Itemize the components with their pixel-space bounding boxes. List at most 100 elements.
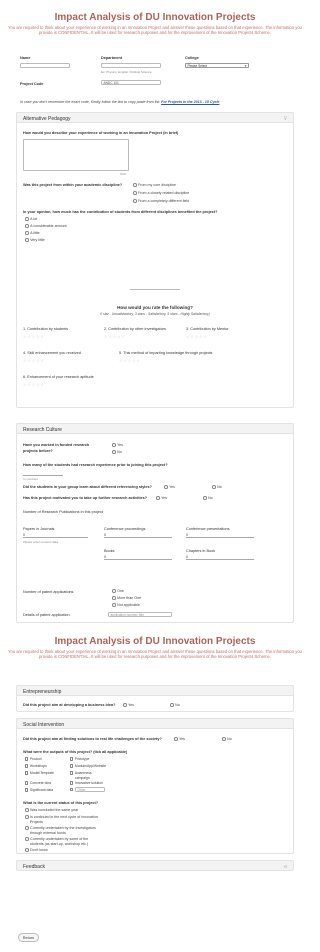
rating-stars-method[interactable]: ☆☆☆☆☆	[119, 358, 141, 363]
char-count: 2500	[120, 172, 127, 176]
patent-option-one[interactable]: One	[112, 589, 124, 593]
status-question: What is the current status of this proje…	[23, 801, 99, 805]
page-title-repeat: Impact Analysis of DU Innovation Project…	[54, 636, 256, 647]
entrepreneurship-header[interactable]: Entrepreneurship	[16, 685, 294, 696]
rating-stars-investigators[interactable]: ☆☆☆☆☆	[104, 334, 126, 339]
output-workshops-checkbox[interactable]: Workshops	[25, 764, 47, 768]
patent-details-input[interactable]: application number, title	[108, 612, 172, 617]
rating-scale: 0 star - Unsatisfactory, 3 stars - Satis…	[100, 312, 210, 316]
status-dont-know-radio[interactable]: Don't know	[25, 848, 48, 852]
name-label: Name	[20, 56, 31, 60]
rating-label-students: 1. Contribution by students	[23, 327, 69, 331]
business-no-radio[interactable]: No	[170, 703, 180, 707]
output-other-checkbox[interactable]	[70, 788, 74, 792]
publications-title: Number of Research Publications in this …	[23, 510, 103, 514]
status-continued-radio[interactable]: Is continued in the next cycle of Innova…	[25, 815, 98, 819]
society-question: Did this project aim at finding solution…	[23, 737, 162, 741]
funded-no-radio[interactable]: No	[112, 450, 122, 454]
output-solution-checkbox[interactable]: Innovative solution	[70, 781, 103, 785]
society-no-radio[interactable]: No	[222, 737, 232, 741]
department-input[interactable]	[101, 63, 161, 68]
contribution-option-a-little[interactable]: A little	[25, 231, 40, 235]
referencing-yes-radio[interactable]: Yes	[164, 485, 175, 489]
patent-option-na[interactable]: Not applicable	[112, 603, 140, 607]
conference-proceedings-label: Conference proceedings	[104, 527, 146, 531]
expand-icon[interactable]: ⊲	[283, 864, 287, 870]
page-title: Impact Analysis of DU Innovation Project…	[54, 12, 256, 23]
discipline-option-core[interactable]: From my core discipline	[133, 183, 176, 187]
output-module-checkbox[interactable]: Module/App/Website	[70, 764, 106, 768]
society-yes-radio[interactable]: Yes	[174, 737, 185, 741]
project-list-link[interactable]: For Projects in the 2013 - 15 Cycle	[161, 100, 219, 104]
patent-option-more[interactable]: More than One	[112, 596, 141, 600]
motivation-yes-radio[interactable]: Yes	[156, 496, 167, 500]
college-select[interactable]: Please Select	[185, 63, 249, 68]
rating-label-skill: 4. Skill enhancement you received	[23, 351, 81, 355]
rating-stars-skill[interactable]: ☆☆☆☆☆	[23, 358, 45, 363]
contribution-option-a-lot[interactable]: A lot	[25, 217, 37, 221]
rating-title: How would you rate the following?	[117, 305, 193, 310]
conference-proceedings-input[interactable]: 0	[104, 533, 172, 538]
status-investigators-radio[interactable]: Currently undertaken by the Investigator…	[25, 826, 96, 830]
output-product-checkbox[interactable]: Product	[25, 757, 42, 761]
motivation-no-radio[interactable]: No	[203, 496, 213, 500]
books-label: Books	[104, 549, 115, 553]
papers-hint: Please enter numeric data	[23, 540, 59, 544]
status-concluded-radio[interactable]: Was concluded the same year	[25, 808, 78, 812]
business-yes-radio[interactable]: Yes	[123, 703, 134, 707]
output-other-input[interactable]: Other	[75, 787, 105, 792]
status-students-radio[interactable]: Currently undertaken by some of the	[25, 837, 88, 841]
contribution-option-considerable[interactable]: A considerable amount	[25, 224, 67, 228]
conference-presentations-input[interactable]: 0	[186, 533, 254, 538]
department-hint: Ex: Physics, English, Political Science	[101, 70, 152, 74]
project-code-input[interactable]: ANDC 101	[101, 80, 161, 85]
rating-label-method: 5. This method of imparting knowledge th…	[119, 351, 213, 355]
output-data-checkbox[interactable]: Significant data	[25, 788, 53, 792]
divider	[130, 289, 180, 290]
feedback-title: Feedback	[23, 864, 45, 870]
discipline-option-related[interactable]: From a closely related discipline	[133, 191, 189, 195]
referencing-question: Did the students in your group learn abo…	[23, 485, 152, 489]
referencing-no-radio[interactable]: No	[212, 485, 222, 489]
social-intervention-title: Social Intervention	[23, 722, 65, 728]
department-label: Department	[101, 56, 123, 60]
funded-yes-radio[interactable]: Yes	[112, 443, 123, 447]
research-culture-header[interactable]: Research Culture	[16, 423, 294, 434]
alternative-pedagogy-header[interactable]: Alternative Pedagogy ⊽	[16, 112, 294, 123]
contribution-option-very-little[interactable]: Very little	[25, 238, 45, 242]
chapters-label: Chapters in Book	[186, 549, 216, 553]
rating-stars-mentor[interactable]: ☆☆☆☆☆	[186, 334, 208, 339]
social-intervention-header[interactable]: Social Intervention	[16, 718, 294, 729]
books-input[interactable]: 0	[104, 555, 172, 560]
output-awareness-checkbox[interactable]: Awareness	[70, 771, 92, 775]
experience-textarea[interactable]	[23, 139, 129, 171]
status-continued-cont: Projects	[30, 820, 43, 824]
papers-input[interactable]: 0	[23, 533, 88, 538]
rating-stars-aptitude[interactable]: ☆☆☆☆☆	[23, 382, 45, 387]
prior-experience-input[interactable]	[23, 471, 63, 476]
rating-label-investigators: 2. Contribution by other investigators	[104, 327, 166, 331]
funded-question-line2: projects before?	[23, 449, 53, 453]
business-question: Did this project aim at developing a bus…	[23, 703, 116, 707]
intro-text-repeat: You are required to think about your exp…	[7, 649, 302, 660]
return-button[interactable]: Return	[18, 933, 39, 942]
rating-stars-students[interactable]: ☆☆☆☆☆	[23, 334, 45, 339]
intro-text: You are required to think about your exp…	[7, 25, 302, 36]
conference-presentations-label: Conference presentations	[186, 527, 230, 531]
motivation-question: Has this project motivated you to take u…	[23, 496, 148, 500]
output-idea-checkbox[interactable]: Concrete idea	[25, 781, 51, 785]
project-code-label: Project Code	[20, 82, 44, 86]
contribution-question: In your opinion, how much has the contri…	[23, 210, 218, 214]
patent-details-label: Details of patent application	[23, 613, 70, 617]
discipline-option-different[interactable]: From a completely different field	[133, 199, 189, 203]
feedback-header[interactable]: Feedback ⊲	[16, 860, 294, 871]
output-prototype-checkbox[interactable]: Prototype	[70, 757, 89, 761]
prior-experience-hint: In numbers	[23, 477, 39, 481]
rating-label-aptitude: 6. Enhancement of your research aptitude	[23, 375, 94, 379]
name-input[interactable]	[20, 63, 70, 68]
project-code-note: In case you don't remember the exact cod…	[20, 100, 220, 104]
chapters-input[interactable]: 0	[186, 555, 254, 560]
collapse-icon[interactable]: ⊽	[284, 116, 287, 122]
prior-experience-question: How many of the students had research ex…	[23, 463, 168, 467]
output-model-checkbox[interactable]: Model/Template	[25, 771, 54, 775]
